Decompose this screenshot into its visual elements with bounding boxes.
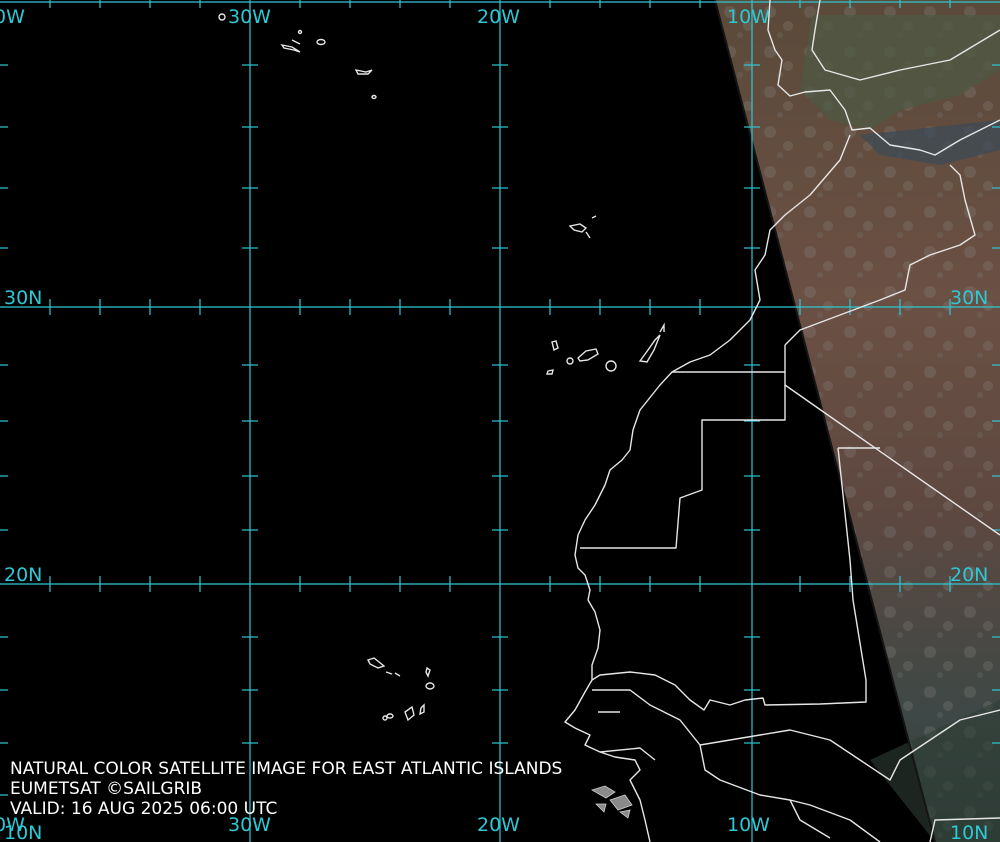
lon-label-bottom-20w: 20W <box>477 814 520 836</box>
caption-title: NATURAL COLOR SATELLITE IMAGE FOR EAST A… <box>10 759 563 779</box>
lon-label-top-30w: 30W <box>228 6 271 28</box>
lon-label-top-40w: 0W <box>0 6 25 28</box>
islands <box>218 13 665 722</box>
caption-credit: EUMETSAT ©SAILGRIB <box>10 779 203 799</box>
lat-label-20n-left: 20N <box>4 564 43 586</box>
lat-label-10n-left: 10N <box>4 822 43 842</box>
lat-label-30n-left: 30N <box>4 287 43 309</box>
lon-label-top-10w: 10W <box>727 6 770 28</box>
lat-label-10n-right: 10N <box>950 822 989 842</box>
caption-valid-time: VALID: 16 AUG 2025 06:00 UTC <box>10 799 278 819</box>
lon-label-bottom-10w: 10W <box>727 814 770 836</box>
lat-label-20n-right: 20N <box>950 564 989 586</box>
satellite-map: 0W 30W 20W 10W 0W 30W 20W 10W 30N 30N 20… <box>0 0 1000 842</box>
map-canvas <box>0 0 1000 842</box>
bijagos-islands <box>590 785 633 819</box>
lat-label-30n-right: 30N <box>950 287 989 309</box>
lon-label-top-20w: 20W <box>477 6 520 28</box>
